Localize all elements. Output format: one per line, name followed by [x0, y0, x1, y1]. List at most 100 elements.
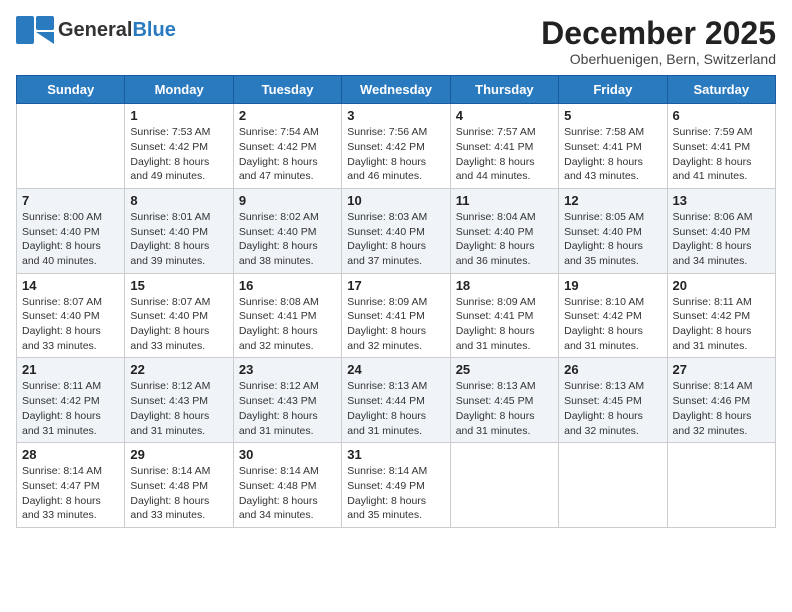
day-number: 11 [456, 193, 553, 208]
calendar-cell: 23 Sunrise: 8:12 AMSunset: 4:43 PMDayligh… [233, 358, 341, 443]
day-info: Sunrise: 8:07 AMSunset: 4:40 PMDaylight:… [130, 295, 227, 354]
day-info: Sunrise: 7:54 AMSunset: 4:42 PMDaylight:… [239, 125, 336, 184]
calendar-cell: 6 Sunrise: 7:59 AMSunset: 4:41 PMDaylight… [667, 104, 775, 189]
day-number: 13 [673, 193, 770, 208]
logo-general-text: General [58, 19, 132, 41]
calendar-cell: 19Sunrise: 8:10 AMSunset: 4:42 PMDayligh… [559, 273, 667, 358]
weekday-header-wednesday: Wednesday [342, 76, 450, 104]
title-block: December 2025 Oberhuenigen, Bern, Switze… [541, 16, 776, 67]
day-info: Sunrise: 8:03 AMSunset: 4:40 PMDaylight:… [347, 210, 444, 269]
day-number: 7 [22, 193, 119, 208]
calendar-cell: 9Sunrise: 8:02 AMSunset: 4:40 PMDaylight… [233, 188, 341, 273]
day-number: 5 [564, 108, 661, 123]
calendar-cell: 27 Sunrise: 8:14 AMSunset: 4:46 PMDayligh… [667, 358, 775, 443]
day-number: 22 [130, 362, 227, 377]
day-number: 21 [22, 362, 119, 377]
day-info: Sunrise: 7:59 AMSunset: 4:41 PMDaylight:… [673, 125, 770, 184]
weekday-header-sunday: Sunday [17, 76, 125, 104]
day-number: 1 [130, 108, 227, 123]
day-info: Sunrise: 8:09 AMSunset: 4:41 PMDaylight:… [456, 295, 553, 354]
calendar-cell: 4 Sunrise: 7:57 AMSunset: 4:41 PMDaylight… [450, 104, 558, 189]
calendar-cell: 22 Sunrise: 8:12 AMSunset: 4:43 PMDayligh… [125, 358, 233, 443]
day-info: Sunrise: 8:14 AMSunset: 4:48 PMDaylight:… [130, 464, 227, 523]
day-info: Sunrise: 7:57 AMSunset: 4:41 PMDaylight:… [456, 125, 553, 184]
day-number: 26 [564, 362, 661, 377]
day-number: 6 [673, 108, 770, 123]
calendar-cell [450, 443, 558, 528]
weekday-header-saturday: Saturday [667, 76, 775, 104]
calendar-cell: 10Sunrise: 8:03 AMSunset: 4:40 PMDayligh… [342, 188, 450, 273]
day-info: Sunrise: 8:02 AMSunset: 4:40 PMDaylight:… [239, 210, 336, 269]
day-info: Sunrise: 8:08 AMSunset: 4:41 PMDaylight:… [239, 295, 336, 354]
calendar-cell: 31 Sunrise: 8:14 AMSunset: 4:49 PMDayligh… [342, 443, 450, 528]
day-info: Sunrise: 8:07 AMSunset: 4:40 PMDaylight:… [22, 295, 119, 354]
day-info: Sunrise: 8:14 AMSunset: 4:47 PMDaylight:… [22, 464, 119, 523]
calendar-cell: 28 Sunrise: 8:14 AMSunset: 4:47 PMDayligh… [17, 443, 125, 528]
weekday-header-monday: Monday [125, 76, 233, 104]
day-number: 30 [239, 447, 336, 462]
day-info: Sunrise: 8:06 AMSunset: 4:40 PMDaylight:… [673, 210, 770, 269]
calendar-cell [17, 104, 125, 189]
day-info: Sunrise: 8:14 AMSunset: 4:49 PMDaylight:… [347, 464, 444, 523]
day-info: Sunrise: 8:12 AMSunset: 4:43 PMDaylight:… [239, 379, 336, 438]
day-number: 25 [456, 362, 553, 377]
day-info: Sunrise: 8:13 AMSunset: 4:45 PMDaylight:… [456, 379, 553, 438]
location-text: Oberhuenigen, Bern, Switzerland [541, 51, 776, 67]
calendar-week-row: 28 Sunrise: 8:14 AMSunset: 4:47 PMDayligh… [17, 443, 776, 528]
day-number: 14 [22, 278, 119, 293]
day-number: 2 [239, 108, 336, 123]
calendar-cell: 7 Sunrise: 8:00 AMSunset: 4:40 PMDaylight… [17, 188, 125, 273]
day-info: Sunrise: 8:01 AMSunset: 4:40 PMDaylight:… [130, 210, 227, 269]
calendar-week-row: 1 Sunrise: 7:53 AMSunset: 4:42 PMDaylight… [17, 104, 776, 189]
day-number: 20 [673, 278, 770, 293]
calendar-table: SundayMondayTuesdayWednesdayThursdayFrid… [16, 75, 776, 528]
calendar-cell: 30 Sunrise: 8:14 AMSunset: 4:48 PMDayligh… [233, 443, 341, 528]
day-number: 15 [130, 278, 227, 293]
day-number: 28 [22, 447, 119, 462]
day-info: Sunrise: 7:53 AMSunset: 4:42 PMDaylight:… [130, 125, 227, 184]
day-info: Sunrise: 8:13 AMSunset: 4:45 PMDaylight:… [564, 379, 661, 438]
day-number: 8 [130, 193, 227, 208]
day-number: 23 [239, 362, 336, 377]
calendar-cell: 13 Sunrise: 8:06 AMSunset: 4:40 PMDayligh… [667, 188, 775, 273]
day-info: Sunrise: 8:04 AMSunset: 4:40 PMDaylight:… [456, 210, 553, 269]
month-title: December 2025 [541, 16, 776, 51]
day-info: Sunrise: 7:56 AMSunset: 4:42 PMDaylight:… [347, 125, 444, 184]
day-number: 24 [347, 362, 444, 377]
day-info: Sunrise: 8:11 AMSunset: 4:42 PMDaylight:… [673, 295, 770, 354]
day-number: 19 [564, 278, 661, 293]
day-info: Sunrise: 8:09 AMSunset: 4:41 PMDaylight:… [347, 295, 444, 354]
calendar-cell: 17Sunrise: 8:09 AMSunset: 4:41 PMDayligh… [342, 273, 450, 358]
calendar-week-row: 21 Sunrise: 8:11 AMSunset: 4:42 PMDayligh… [17, 358, 776, 443]
day-info: Sunrise: 8:05 AMSunset: 4:40 PMDaylight:… [564, 210, 661, 269]
calendar-cell: 21 Sunrise: 8:11 AMSunset: 4:42 PMDayligh… [17, 358, 125, 443]
calendar-cell [559, 443, 667, 528]
calendar-header-row: SundayMondayTuesdayWednesdayThursdayFrid… [17, 76, 776, 104]
weekday-header-thursday: Thursday [450, 76, 558, 104]
day-info: Sunrise: 8:14 AMSunset: 4:46 PMDaylight:… [673, 379, 770, 438]
day-info: Sunrise: 8:14 AMSunset: 4:48 PMDaylight:… [239, 464, 336, 523]
page-header: GeneralBlue December 2025 Oberhuenigen, … [16, 16, 776, 67]
day-number: 16 [239, 278, 336, 293]
calendar-cell: 3Sunrise: 7:56 AMSunset: 4:42 PMDaylight… [342, 104, 450, 189]
logo: GeneralBlue [16, 16, 176, 44]
calendar-cell: 16 Sunrise: 8:08 AMSunset: 4:41 PMDayligh… [233, 273, 341, 358]
day-info: Sunrise: 8:00 AMSunset: 4:40 PMDaylight:… [22, 210, 119, 269]
calendar-cell: 20 Sunrise: 8:11 AMSunset: 4:42 PMDayligh… [667, 273, 775, 358]
day-info: Sunrise: 8:13 AMSunset: 4:44 PMDaylight:… [347, 379, 444, 438]
logo-blue-text: Blue [132, 19, 175, 41]
day-number: 4 [456, 108, 553, 123]
day-info: Sunrise: 8:11 AMSunset: 4:42 PMDaylight:… [22, 379, 119, 438]
calendar-cell: 24 Sunrise: 8:13 AMSunset: 4:44 PMDayligh… [342, 358, 450, 443]
day-info: Sunrise: 7:58 AMSunset: 4:41 PMDaylight:… [564, 125, 661, 184]
day-number: 31 [347, 447, 444, 462]
weekday-header-friday: Friday [559, 76, 667, 104]
day-info: Sunrise: 8:12 AMSunset: 4:43 PMDaylight:… [130, 379, 227, 438]
calendar-cell: 29Sunrise: 8:14 AMSunset: 4:48 PMDayligh… [125, 443, 233, 528]
day-number: 12 [564, 193, 661, 208]
day-number: 27 [673, 362, 770, 377]
calendar-cell [667, 443, 775, 528]
calendar-cell: 18Sunrise: 8:09 AMSunset: 4:41 PMDayligh… [450, 273, 558, 358]
calendar-cell: 14 Sunrise: 8:07 AMSunset: 4:40 PMDayligh… [17, 273, 125, 358]
calendar-cell: 12 Sunrise: 8:05 AMSunset: 4:40 PMDayligh… [559, 188, 667, 273]
